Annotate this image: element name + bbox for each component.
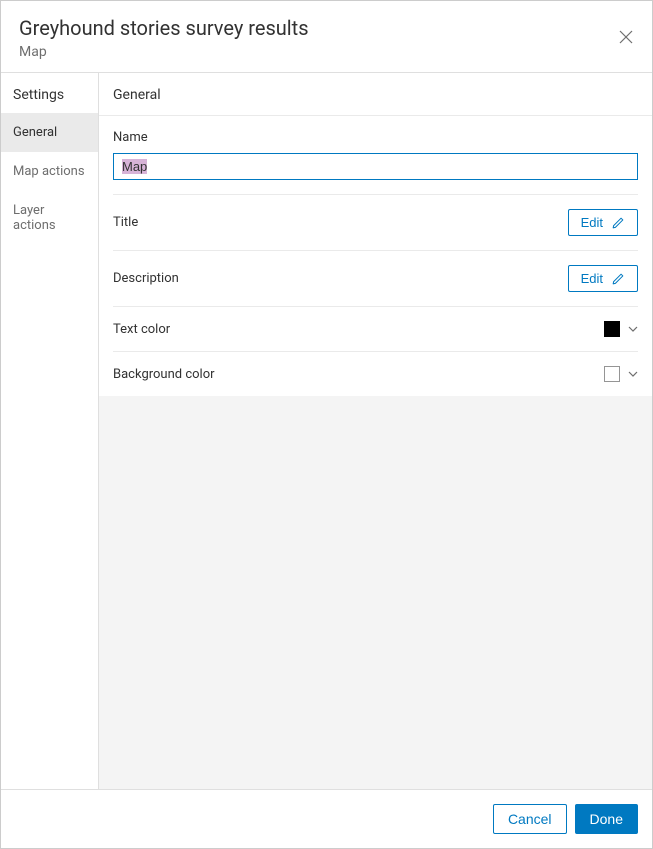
pencil-icon <box>611 216 625 230</box>
text-color-picker[interactable] <box>604 321 638 337</box>
name-input[interactable] <box>113 153 638 180</box>
sidebar-heading: Settings <box>1 73 98 113</box>
dialog-footer: Cancel Done <box>1 789 652 848</box>
chevron-down-icon <box>628 324 638 334</box>
bg-color-picker[interactable] <box>604 366 638 382</box>
close-icon <box>618 29 634 45</box>
edit-description-label: Edit <box>581 271 603 286</box>
done-button[interactable]: Done <box>575 804 638 834</box>
bg-color-label: Background color <box>113 367 215 382</box>
edit-title-label: Edit <box>581 215 603 230</box>
title-label: Title <box>113 215 138 230</box>
panel-heading: General <box>99 73 652 116</box>
description-row: Description Edit <box>113 251 638 307</box>
sidebar-item-layer-actions[interactable]: Layer actions <box>1 191 98 245</box>
edit-title-button[interactable]: Edit <box>568 209 638 236</box>
dialog-title: Greyhound stories survey results <box>19 16 634 40</box>
form-area: Name Title Edit Description Edit <box>99 116 652 396</box>
sidebar-item-general[interactable]: General <box>1 113 98 152</box>
text-color-label: Text color <box>113 322 170 337</box>
bg-color-row: Background color <box>113 352 638 396</box>
text-color-row: Text color <box>113 307 638 352</box>
settings-sidebar: Settings General Map actions Layer actio… <box>1 73 99 789</box>
dialog-header: Greyhound stories survey results Map <box>1 1 652 72</box>
empty-area <box>99 396 652 789</box>
close-button[interactable] <box>618 29 634 45</box>
name-row: Name <box>113 116 638 195</box>
title-row: Title Edit <box>113 195 638 251</box>
bg-color-swatch <box>604 366 620 382</box>
main-panel: General Name Title Edit Description Edit <box>99 73 652 789</box>
dialog-subtitle: Map <box>19 44 634 60</box>
name-label: Name <box>113 130 638 145</box>
chevron-down-icon <box>628 369 638 379</box>
text-color-swatch <box>604 321 620 337</box>
pencil-icon <box>611 272 625 286</box>
dialog-body: Settings General Map actions Layer actio… <box>1 72 652 789</box>
edit-description-button[interactable]: Edit <box>568 265 638 292</box>
cancel-button[interactable]: Cancel <box>493 804 567 834</box>
description-label: Description <box>113 271 179 286</box>
sidebar-item-map-actions[interactable]: Map actions <box>1 152 98 191</box>
